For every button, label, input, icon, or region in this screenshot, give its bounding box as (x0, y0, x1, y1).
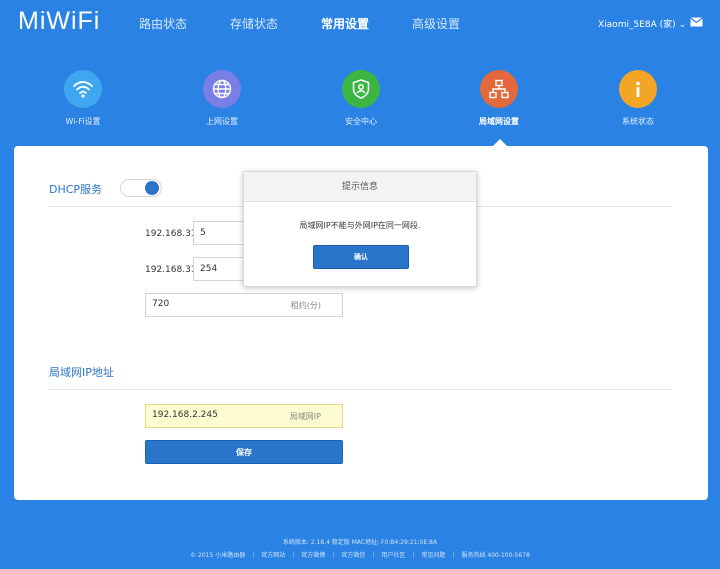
link-faq[interactable]: 常见问题 (421, 552, 445, 559)
link-user-community[interactable]: 用户社区 (381, 552, 405, 559)
mail-icon[interactable] (690, 17, 703, 27)
tool-label: 局域网设置 (479, 117, 519, 126)
tool-security-center[interactable]: 安全中心 (301, 70, 421, 127)
logo[interactable]: MiWiFi (18, 7, 100, 36)
footer-links: © 2015 小米路由器 | 官方网站 | 官方微博 | 官方微信 | 用户社区 | 常见问题 | 服务… (190, 552, 530, 559)
dhcp-toggle[interactable] (120, 179, 162, 197)
wifi-icon (64, 70, 102, 108)
copyright: © 2015 小米路由器 (190, 552, 246, 559)
service-hotline: 服务热线 400-100-5678 (461, 552, 530, 559)
save-button[interactable]: 保存 (145, 440, 343, 464)
lan-ip-input[interactable]: 192.168.2.245 局域网IP (145, 404, 343, 428)
lan-ip-title: 局域网IP地址 (49, 366, 114, 379)
shield-icon (342, 70, 380, 108)
nav-storage-status[interactable]: 存储状态 (230, 15, 278, 32)
active-tab-pointer (493, 139, 507, 146)
system-info: 系统版本: 2.18.4 稳定版 MAC地址: F0:B4:29:21:5E:8… (282, 539, 438, 546)
alert-dialog: 提示信息 局域网IP不能与外网IP在同一网段. 确认 (243, 171, 477, 287)
nav-router-status[interactable]: 路由状态 (139, 15, 187, 32)
lease-time-input[interactable]: 720 租约(分) (145, 293, 343, 317)
tool-label: 系统状态 (622, 117, 654, 126)
tool-label: 上网设置 (206, 117, 238, 126)
dialog-title: 提示信息 (244, 172, 476, 202)
tool-label: Wi-Fi设置 (65, 117, 101, 126)
lease-value: 720 (152, 299, 170, 309)
lan-ip-value: 192.168.2.245 (152, 410, 218, 420)
top-bar: MiWiFi 路由状态 存储状态 常用设置 高级设置 Xiaomi_5E8A (… (0, 0, 720, 45)
end-ip-prefix: 192.168.31. (145, 265, 200, 275)
tool-system-status[interactable]: 系统状态 (578, 70, 698, 127)
user-name: Xiaomi_5E8A (家) (598, 20, 676, 30)
confirm-button[interactable]: 确认 (313, 245, 409, 269)
lease-suffix: 租约(分) (290, 301, 321, 310)
dhcp-title: DHCP服务 (49, 183, 103, 196)
tool-lan-settings[interactable]: 局域网设置 (439, 70, 559, 127)
toggle-knob (145, 181, 159, 195)
start-ip-prefix: 192.168.31. (145, 229, 200, 239)
globe-icon (203, 70, 241, 108)
network-icon (480, 70, 518, 108)
dialog-message: 局域网IP不能与外网IP在同一网段. (299, 221, 421, 230)
link-official-weibo[interactable]: 官方微博 (301, 552, 325, 559)
tool-label: 安全中心 (345, 117, 377, 126)
tool-internet-settings[interactable]: 上网设置 (162, 70, 282, 127)
nav-common-settings[interactable]: 常用设置 (321, 15, 369, 32)
chevron-down-icon: ⌄ (678, 20, 687, 30)
link-official-site[interactable]: 官方网站 (261, 552, 285, 559)
user-menu[interactable]: Xiaomi_5E8A (家) ⌄ (598, 17, 686, 30)
tool-wifi-settings[interactable]: Wi-Fi设置 (23, 70, 143, 127)
nav-advanced-settings[interactable]: 高级设置 (412, 15, 460, 32)
info-icon (619, 70, 657, 108)
link-official-wechat[interactable]: 官方微信 (341, 552, 365, 559)
lan-ip-suffix: 局域网IP (289, 412, 321, 421)
divider (48, 389, 672, 390)
